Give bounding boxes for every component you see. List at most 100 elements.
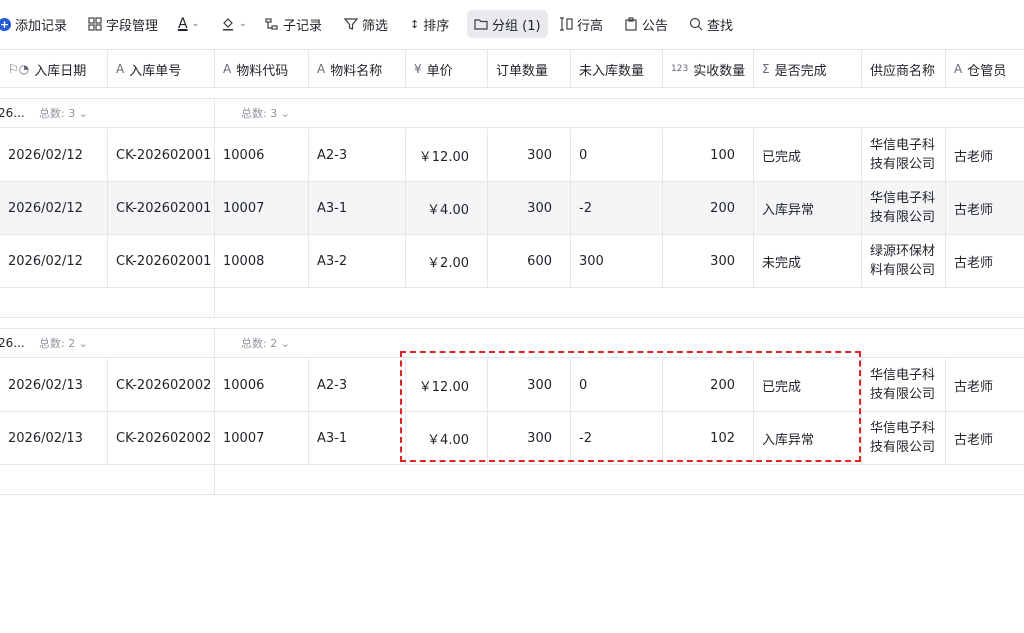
cell-code[interactable]: 10006 [215, 359, 309, 411]
field-manage-button[interactable]: 字段管理 [88, 10, 158, 38]
cell-qty[interactable]: 300 [488, 359, 571, 411]
cell-received[interactable]: 300 [663, 235, 754, 287]
add-record-button[interactable]: + 添加记录 [0, 10, 67, 38]
group-count[interactable]: 总数: 2 ⌄ [241, 329, 290, 358]
cell-name[interactable]: A2-3 [309, 129, 406, 181]
cell-name[interactable]: A3-1 [309, 412, 406, 464]
cell-qty[interactable]: 600 [488, 235, 571, 287]
column-header-date[interactable]: ⚐◔ 入库日期 [0, 50, 108, 88]
cell-pending[interactable]: 300 [571, 235, 663, 287]
cell-received[interactable]: 200 [663, 182, 754, 234]
cell-status[interactable]: 已完成 [754, 359, 862, 411]
cell-order-no[interactable]: CK-202602002 [108, 359, 215, 411]
cell-price[interactable]: ￥12.00 [406, 359, 488, 411]
cell-code[interactable]: 10008 [215, 235, 309, 287]
cell-keeper[interactable]: 古老师 [946, 182, 1024, 234]
cell-date[interactable]: 2026/02/12 [0, 182, 108, 234]
search-icon [689, 17, 703, 31]
text-A-icon: A [223, 62, 232, 76]
group-button[interactable]: 分组 (1) [467, 10, 548, 38]
column-header-status[interactable]: Σ 是否完成 [754, 50, 862, 88]
table-row[interactable]: 2026/02/12 CK-202602001 10006 A2-3 ￥12.0… [0, 129, 1024, 182]
cell-status[interactable]: 已完成 [754, 129, 862, 181]
search-button[interactable]: 查找 [689, 10, 733, 38]
group-count[interactable]: 总数: 2 ⌄ [39, 329, 88, 358]
cell-price[interactable]: ￥4.00 [406, 412, 488, 464]
cell-name[interactable]: A2-3 [309, 359, 406, 411]
cell-pending[interactable]: -2 [571, 182, 663, 234]
cell-received[interactable]: 100 [663, 129, 754, 181]
cell-qty[interactable]: 300 [488, 412, 571, 464]
clipboard-icon [625, 17, 637, 31]
column-header-pending[interactable]: 未入库数量 [571, 50, 663, 88]
cell-code[interactable]: 10007 [215, 412, 309, 464]
column-header-order-no[interactable]: A 入库单号 [108, 50, 215, 88]
table-row[interactable]: 2026/02/13 CK-202602002 10007 A3-1 ￥4.00… [0, 412, 1024, 465]
cell-order-no[interactable]: CK-202602001 [108, 182, 215, 234]
cell-received[interactable]: 200 [663, 359, 754, 411]
cell-qty[interactable]: 300 [488, 129, 571, 181]
cell-status[interactable]: 入库异常 [754, 182, 862, 234]
cell-date[interactable]: 2026/02/13 [0, 359, 108, 411]
filter-button[interactable]: 筛选 [344, 10, 388, 38]
cell-order-no[interactable]: CK-202602002 [108, 412, 215, 464]
chevron-down-icon: ⌄ [78, 337, 88, 350]
cell-status[interactable]: 入库异常 [754, 412, 862, 464]
cell-price[interactable]: ￥12.00 [406, 129, 488, 181]
table-row[interactable]: 2026/02/12 CK-202602001 10008 A3-2 ￥2.00… [0, 235, 1024, 288]
cell-keeper[interactable]: 古老师 [946, 359, 1024, 411]
cell-qty[interactable]: 300 [488, 182, 571, 234]
cell-order-no[interactable]: CK-202602001 [108, 129, 215, 181]
column-header-price[interactable]: ¥ 单价 [406, 50, 488, 88]
column-header-received[interactable]: 123 实收数量 [663, 50, 754, 88]
cell-keeper[interactable]: 古老师 [946, 235, 1024, 287]
text-color-icon: A [178, 16, 188, 32]
text-A-icon: A [954, 62, 963, 76]
cell-received[interactable]: 102 [663, 412, 754, 464]
table-row[interactable]: 2026/02/13 CK-202602002 10006 A2-3 ￥12.0… [0, 359, 1024, 412]
table-row[interactable]: 2026/02/12 CK-202602001 10007 A3-1 ￥4.00… [0, 182, 1024, 235]
row-height-button[interactable]: 行高 [559, 10, 603, 38]
sort-button[interactable]: ↕ 排序 [410, 10, 449, 38]
cell-keeper[interactable]: 古老师 [946, 129, 1024, 181]
announcement-button[interactable]: 公告 [624, 10, 668, 38]
cell-order-no[interactable]: CK-202602001 [108, 235, 215, 287]
column-header-row: ⚐◔ 入库日期 A 入库单号 A 物料代码 A 物料名称 ¥ 单价 订单数量 未入库数量 … [0, 49, 1024, 88]
cell-name[interactable]: A3-2 [309, 235, 406, 287]
cell-code[interactable]: 10006 [215, 129, 309, 181]
cell-code[interactable]: 10007 [215, 182, 309, 234]
cell-supplier[interactable]: 华信电子科技有限公司 [862, 412, 946, 464]
cell-price[interactable]: ￥2.00 [406, 235, 488, 287]
group-header[interactable]: 26... 总数: 2 ⌄ 总数: 2 ⌄ [0, 328, 1024, 358]
cell-date[interactable]: 2026/02/13 [0, 412, 108, 464]
column-header-name[interactable]: A 物料名称 [309, 50, 406, 88]
text-color-button[interactable]: A ⌄ [178, 10, 199, 38]
cell-price[interactable]: ￥4.00 [406, 182, 488, 234]
text-A-icon: A [116, 62, 125, 76]
grid-icon [88, 17, 102, 31]
cell-pending[interactable]: 0 [571, 359, 663, 411]
cell-status[interactable]: 未完成 [754, 235, 862, 287]
toolbar: + 添加记录 字段管理 A ⌄ ⌄ 子记录 筛选 ↕ 排序 分组 (1) 行高 … [0, 0, 1024, 48]
cell-date[interactable]: 2026/02/12 [0, 129, 108, 181]
cell-name[interactable]: A3-1 [309, 182, 406, 234]
group-count[interactable]: 总数: 3 ⌄ [241, 99, 290, 128]
cell-date[interactable]: 2026/02/12 [0, 235, 108, 287]
sub-record-button[interactable]: 子记录 [265, 10, 322, 38]
cell-supplier[interactable]: 华信电子科技有限公司 [862, 359, 946, 411]
cell-pending[interactable]: -2 [571, 412, 663, 464]
column-header-keeper[interactable]: A 仓管员 [946, 50, 1024, 88]
cell-supplier[interactable]: 华信电子科技有限公司 [862, 182, 946, 234]
fill-color-button[interactable]: ⌄ [221, 10, 247, 38]
cell-keeper[interactable]: 古老师 [946, 412, 1024, 464]
cell-supplier[interactable]: 绿源环保材料有限公司 [862, 235, 946, 287]
column-header-qty[interactable]: 订单数量 [488, 50, 571, 88]
group-count[interactable]: 总数: 3 ⌄ [39, 99, 88, 128]
cell-supplier[interactable]: 华信电子科技有限公司 [862, 129, 946, 181]
plus-circle-icon: + [0, 17, 11, 31]
column-header-code[interactable]: A 物料代码 [215, 50, 309, 88]
paint-bucket-icon [223, 18, 233, 31]
cell-pending[interactable]: 0 [571, 129, 663, 181]
group-header[interactable]: 26... 总数: 3 ⌄ 总数: 3 ⌄ [0, 98, 1024, 128]
column-header-supplier[interactable]: 供应商名称 [862, 50, 946, 88]
